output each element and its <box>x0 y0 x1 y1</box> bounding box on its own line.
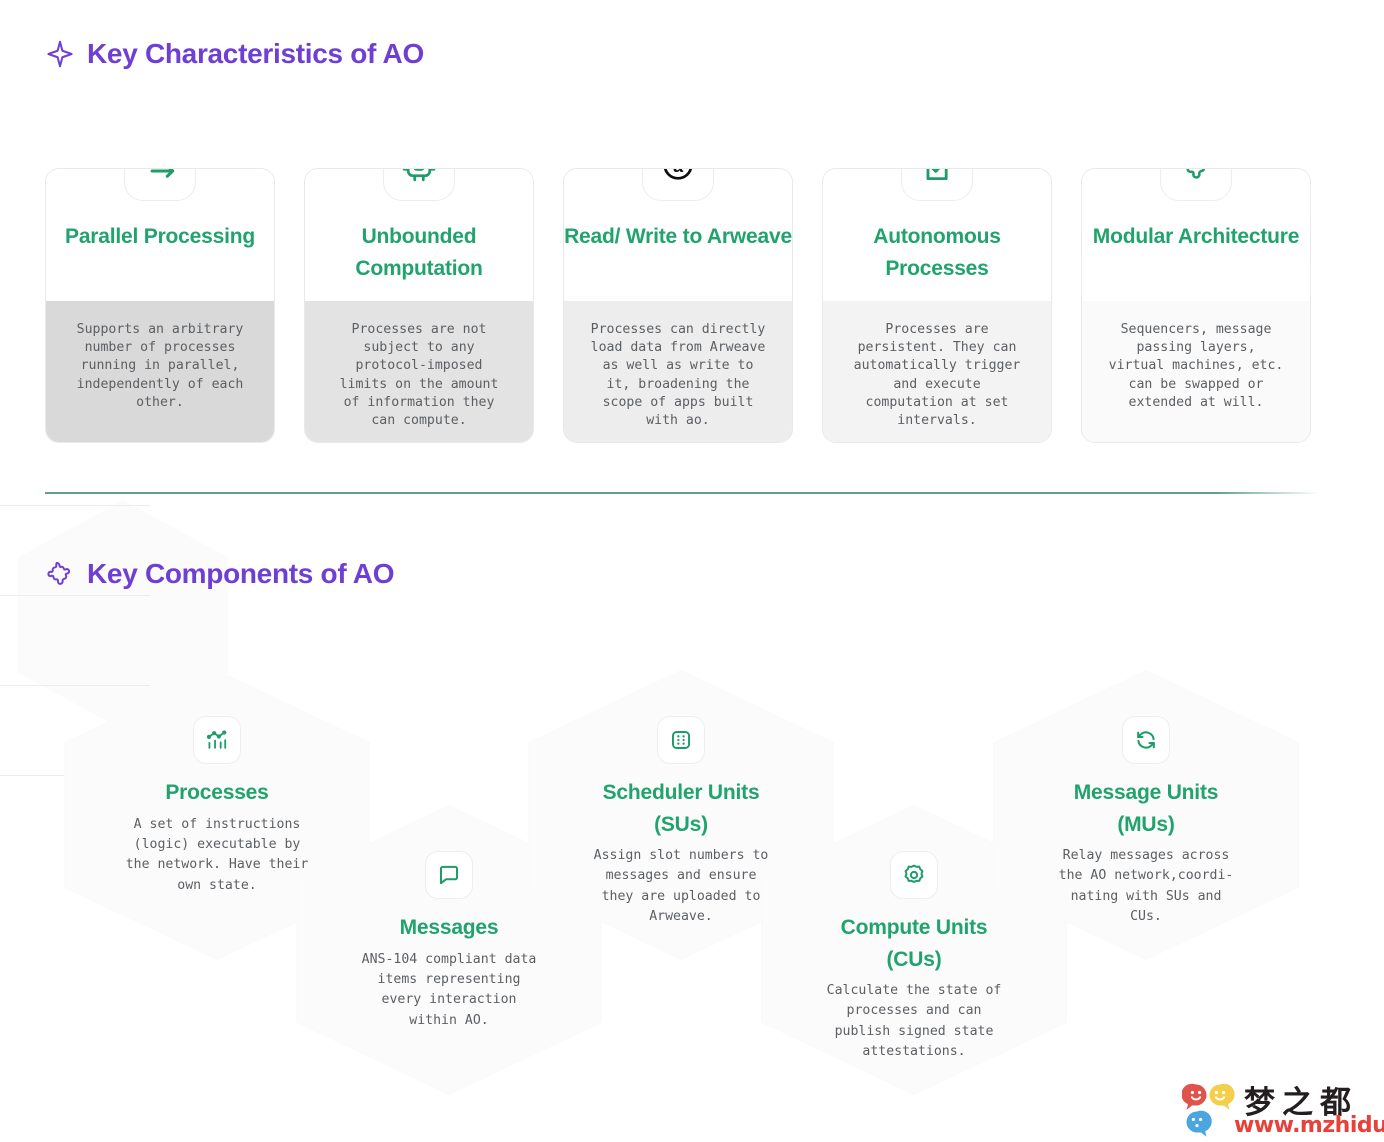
card-description: Processes can directly load data from Ar… <box>564 301 792 442</box>
section-heading-label: Key Components of AO <box>87 558 395 589</box>
characteristics-card-list: Parallel Processing Supports an arbitrar… <box>45 168 1320 443</box>
hex-description: Calculate the state of processes and can… <box>826 983 1002 1060</box>
dice-dots-icon <box>657 716 705 764</box>
card-description: Sequencers, message passing layers, virt… <box>1082 301 1310 442</box>
chat-bubble-icon <box>425 851 473 899</box>
card-title: Autonomous Processes <box>873 225 1001 280</box>
characteristic-card-parallel-processing[interactable]: Parallel Processing Supports an arbitrar… <box>45 168 275 443</box>
watermark: 梦之都 www.mzhidu.com <box>1182 1081 1384 1139</box>
hex-title: Compute Units (CUs) <box>840 916 988 971</box>
card-title: Parallel Processing <box>65 225 255 248</box>
card-description: Supports an arbitrary number of processe… <box>46 301 274 442</box>
puzzle-piece-icon <box>45 559 75 589</box>
section-heading-characteristics: Key Characteristics of AO <box>45 38 424 70</box>
watermark-url: www.mzhidu.com <box>1234 1113 1384 1138</box>
characteristic-card-autonomous-processes[interactable]: Autonomous Processes Processes are persi… <box>822 168 1052 443</box>
arrows-parallel-icon <box>124 169 196 201</box>
section-heading-components: Key Components of AO <box>45 558 395 590</box>
analytics-chart-icon <box>193 716 241 764</box>
arweave-a-icon: a <box>642 168 714 201</box>
cpu-chip-icon <box>383 169 455 201</box>
smiley-faces-logo-icon <box>1182 1083 1235 1137</box>
gear-cog-icon <box>890 851 938 899</box>
characteristic-card-unbounded-computation[interactable]: Unbounded Computation Processes are not … <box>304 168 534 443</box>
document-check-icon <box>901 169 973 201</box>
characteristic-card-read-write-arweave[interactable]: a Read/ Write to Arweave Processes can d… <box>563 168 793 443</box>
infographic-page: Key Characteristics of AO Key Components… <box>0 0 1384 1142</box>
hex-title: Processes <box>165 781 269 804</box>
hex-description: ANS-104 compliant data items representin… <box>361 951 537 1028</box>
svg-text:a: a <box>673 168 684 176</box>
card-description: Processes are not subject to any protoco… <box>305 301 533 442</box>
components-hexagon-list: Processes A set of instructions (logic) … <box>0 640 1384 1100</box>
sparkle-icon <box>45 39 75 69</box>
hex-title: Message Units (MUs) <box>1073 781 1219 836</box>
card-title: Read/ Write to Arweave <box>564 225 792 248</box>
hex-title: Scheduler Units (SUs) <box>602 781 760 836</box>
section-divider <box>45 492 1319 494</box>
characteristic-card-modular-architecture[interactable]: Modular Architecture Sequencers, message… <box>1081 168 1311 443</box>
card-title: Unbounded Computation <box>355 225 483 280</box>
section-heading-label: Key Characteristics of AO <box>87 38 424 69</box>
hex-description: Relay messages across the AO network,coo… <box>1058 848 1234 925</box>
card-title: Modular Architecture <box>1092 225 1300 248</box>
card-description: Processes are persistent. They can autom… <box>823 301 1051 442</box>
hex-title: Messages <box>399 916 499 939</box>
refresh-sync-icon <box>1122 716 1170 764</box>
puzzle-piece-icon <box>1160 169 1232 201</box>
